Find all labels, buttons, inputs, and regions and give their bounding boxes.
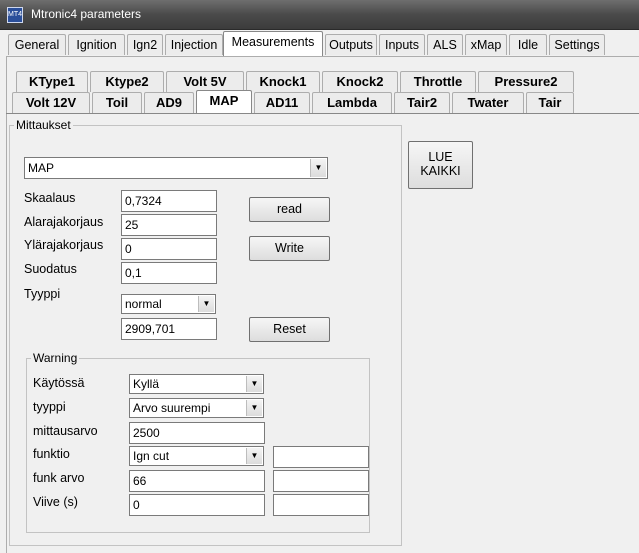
suodatus-label: Suodatus — [24, 262, 77, 276]
sensor-select-value: MAP — [28, 161, 55, 175]
tab-inputs[interactable]: Inputs — [379, 34, 425, 55]
current-value-field[interactable]: 2909,701 — [121, 318, 217, 340]
viive-label: Viive (s) — [33, 495, 78, 509]
tab-outputs[interactable]: Outputs — [325, 34, 377, 55]
subtab-tair[interactable]: Tair — [526, 92, 574, 113]
lue-kaikki-line1: LUE — [428, 150, 453, 164]
subtab-twater[interactable]: Twater — [452, 92, 524, 113]
chevron-down-icon[interactable]: ▼ — [246, 400, 262, 416]
tab-general[interactable]: General — [8, 34, 66, 55]
ylarajakorjaus-label: Ylärajakorjaus — [24, 238, 104, 252]
kaytossa-select-value: Kyllä — [133, 377, 160, 391]
tab-idle[interactable]: Idle — [509, 34, 547, 55]
mittausarvo-field[interactable]: 2500 — [129, 422, 265, 444]
tyyppi-select-value: normal — [125, 297, 162, 311]
subtab-ad9[interactable]: AD9 — [144, 92, 194, 113]
funk-arvo-extra-field[interactable] — [273, 470, 369, 492]
reset-button[interactable]: Reset — [249, 317, 330, 342]
subtab-ktype2[interactable]: Ktype2 — [90, 71, 164, 92]
mittaukset-legend: Mittaukset — [16, 118, 71, 132]
sensor-select[interactable]: MAP ▼ — [24, 157, 328, 179]
main-tab-bar: General Ignition Ign2 Injection Measurem… — [6, 31, 639, 57]
tab-als[interactable]: ALS — [427, 34, 463, 55]
tab-measurements[interactable]: Measurements — [223, 31, 323, 56]
viive-field[interactable]: 0 — [129, 494, 265, 516]
tyyppi-select[interactable]: normal ▼ — [121, 294, 216, 314]
chevron-down-icon[interactable]: ▼ — [246, 448, 262, 464]
kaytossa-select[interactable]: Kyllä ▼ — [129, 374, 264, 394]
tab-ign2[interactable]: Ign2 — [127, 34, 163, 55]
chevron-down-icon[interactable]: ▼ — [246, 376, 262, 392]
funktio-select-value: Ign cut — [133, 449, 170, 463]
tyyppi-label: Tyyppi — [24, 287, 61, 301]
subtab-knock2[interactable]: Knock2 — [322, 71, 398, 92]
subtab-tair2[interactable]: Tair2 — [394, 92, 450, 113]
funktio-label: funktio — [33, 447, 70, 461]
warning-tyyppi-select-value: Arvo suurempi — [133, 401, 211, 415]
window-title: Mtronic4 parameters — [31, 7, 142, 21]
tab-ignition[interactable]: Ignition — [68, 34, 125, 55]
tab-injection[interactable]: Injection — [165, 34, 223, 55]
subtab-volt5v[interactable]: Volt 5V — [166, 71, 244, 92]
subtab-volt12v[interactable]: Volt 12V — [12, 92, 90, 113]
viive-extra-field[interactable] — [273, 494, 369, 516]
warning-legend: Warning — [33, 351, 78, 365]
lue-kaikki-line2: KAIKKI — [420, 164, 461, 178]
write-button[interactable]: Write — [249, 236, 330, 261]
mittausarvo-label: mittausarvo — [33, 424, 98, 438]
subtab-toil[interactable]: Toil — [92, 92, 142, 113]
funk-arvo-label: funk arvo — [33, 471, 85, 485]
subtab-lambda[interactable]: Lambda — [312, 92, 392, 113]
funktio-extra-field[interactable] — [273, 446, 369, 468]
lue-kaikki-button[interactable]: LUE KAIKKI — [408, 141, 473, 189]
ylarajakorjaus-field[interactable]: 0 — [121, 238, 217, 260]
funk-arvo-field[interactable]: 66 — [129, 470, 265, 492]
subtab-pressure2[interactable]: Pressure2 — [478, 71, 574, 92]
subtab-ad11[interactable]: AD11 — [254, 92, 310, 113]
warning-tyyppi-select[interactable]: Arvo suurempi ▼ — [129, 398, 264, 418]
funktio-select[interactable]: Ign cut ▼ — [129, 446, 264, 466]
subtab-throttle[interactable]: Throttle — [400, 71, 476, 92]
subtab-ktype1[interactable]: KType1 — [16, 71, 88, 92]
suodatus-field[interactable]: 0,1 — [121, 262, 217, 284]
chevron-down-icon[interactable]: ▼ — [310, 159, 326, 177]
read-button[interactable]: read — [249, 197, 330, 222]
alarajakorjaus-label: Alarajakorjaus — [24, 215, 104, 229]
app-icon[interactable]: MT4 — [7, 7, 23, 23]
alarajakorjaus-field[interactable]: 25 — [121, 214, 217, 236]
subtab-map[interactable]: MAP — [196, 90, 252, 113]
title-bar: MT4 Mtronic4 parameters — [0, 0, 639, 30]
warning-tyyppi-label: tyyppi — [33, 400, 66, 414]
chevron-down-icon[interactable]: ▼ — [198, 296, 214, 312]
tab-xmap[interactable]: xMap — [465, 34, 507, 55]
skaalaus-field[interactable]: 0,7324 — [121, 190, 217, 212]
kaytossa-label: Käytössä — [33, 376, 85, 390]
tab-settings[interactable]: Settings — [549, 34, 605, 55]
skaalaus-label: Skaalaus — [24, 191, 76, 205]
subtab-knock1[interactable]: Knock1 — [246, 71, 320, 92]
